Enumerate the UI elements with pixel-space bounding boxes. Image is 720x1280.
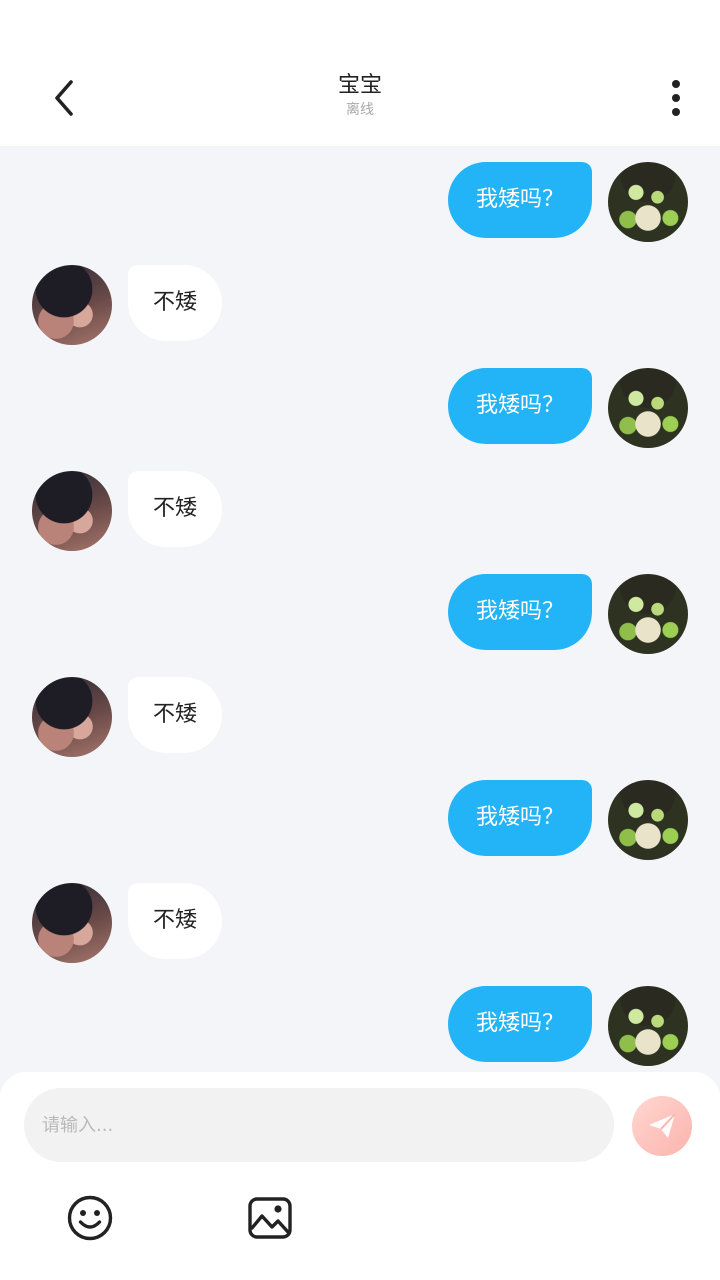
message-row: 不矮 xyxy=(0,249,720,345)
message-bubble-received[interactable]: 不矮 xyxy=(128,471,222,547)
smile-icon xyxy=(67,1195,113,1241)
message-list[interactable]: 我矮吗？ 不矮 我矮吗？ 不矮 我矮吗？ 不矮 我矮吗？ 不矮 我矮吗？ xyxy=(0,146,720,1072)
status-bar xyxy=(0,0,720,60)
message-bubble-received[interactable]: 不矮 xyxy=(128,677,222,753)
paper-plane-icon xyxy=(649,1113,676,1138)
message-row: 我矮吗？ xyxy=(0,558,720,654)
contact-avatar[interactable] xyxy=(32,883,112,963)
my-avatar[interactable] xyxy=(608,780,688,860)
message-row: 我矮吗？ xyxy=(0,146,720,242)
contact-name: 宝宝 xyxy=(337,73,382,98)
send-button[interactable] xyxy=(632,1096,692,1156)
more-vertical-icon xyxy=(672,80,680,116)
message-bubble-received[interactable]: 不矮 xyxy=(128,265,222,341)
image-picker-button[interactable] xyxy=(246,1194,294,1242)
message-bubble-sent[interactable]: 我矮吗？ xyxy=(448,574,592,650)
message-composer xyxy=(0,1072,720,1280)
message-row: 不矮 xyxy=(0,661,720,757)
contact-avatar[interactable] xyxy=(32,677,112,757)
message-row: 我矮吗？ xyxy=(0,764,720,860)
message-bubble-sent[interactable]: 我矮吗？ xyxy=(448,368,592,444)
message-row: 我矮吗？ xyxy=(0,970,720,1066)
contact-avatar[interactable] xyxy=(32,471,112,551)
my-avatar[interactable] xyxy=(608,368,688,448)
message-row: 不矮 xyxy=(0,867,720,963)
message-bubble-sent[interactable]: 我矮吗？ xyxy=(448,162,592,238)
contact-avatar[interactable] xyxy=(32,265,112,345)
contact-status: 离线 xyxy=(346,102,374,118)
more-options-button[interactable] xyxy=(660,78,692,122)
chat-header: 宝宝 离线 xyxy=(0,60,720,146)
message-row: 我矮吗？ xyxy=(0,352,720,448)
message-bubble-sent[interactable]: 我矮吗？ xyxy=(448,780,592,856)
message-bubble-sent[interactable]: 我矮吗？ xyxy=(448,986,592,1062)
my-avatar[interactable] xyxy=(608,986,688,1066)
my-avatar[interactable] xyxy=(608,574,688,654)
message-row: 不矮 xyxy=(0,455,720,551)
image-icon xyxy=(248,1197,292,1239)
message-input[interactable] xyxy=(24,1088,614,1162)
my-avatar[interactable] xyxy=(608,162,688,242)
header-title-group: 宝宝 离线 xyxy=(0,72,720,120)
emoji-button[interactable] xyxy=(66,1194,114,1242)
message-bubble-received[interactable]: 不矮 xyxy=(128,883,222,959)
